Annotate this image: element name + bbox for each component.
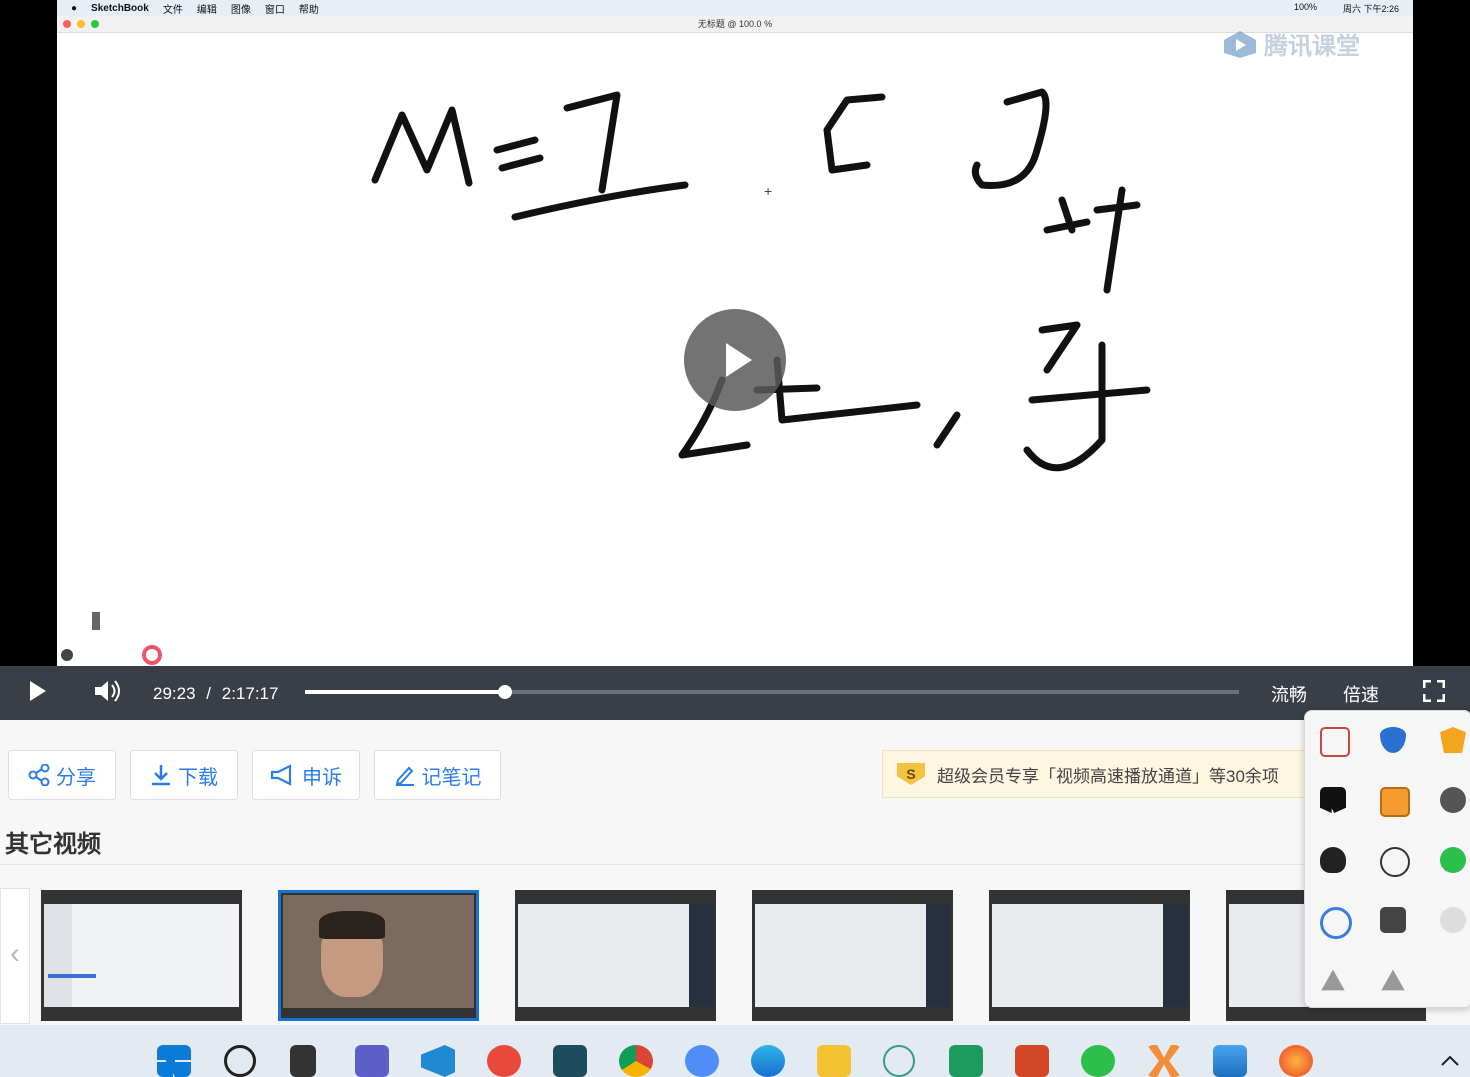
teams-icon[interactable] bbox=[355, 1045, 389, 1077]
taskbar bbox=[0, 1025, 1470, 1077]
download-icon bbox=[152, 765, 170, 786]
report-button[interactable]: 申诉 bbox=[252, 750, 360, 800]
video-thumbnail[interactable] bbox=[752, 890, 953, 1021]
drive-icon[interactable] bbox=[1321, 969, 1345, 991]
volume-icon[interactable] bbox=[93, 678, 123, 704]
edge-icon[interactable] bbox=[751, 1045, 785, 1077]
crosshair-cursor-icon: + bbox=[764, 183, 773, 199]
powerpoint-icon[interactable] bbox=[1015, 1045, 1049, 1077]
screenshot-tool-icon[interactable] bbox=[1320, 727, 1350, 757]
norton-icon[interactable] bbox=[1440, 727, 1466, 753]
report-label: 申诉 bbox=[302, 766, 342, 789]
task-view-icon[interactable] bbox=[290, 1045, 316, 1077]
swirl-app-icon[interactable] bbox=[487, 1045, 521, 1077]
thumbnail-image bbox=[992, 904, 1187, 1007]
video-thumbnail[interactable] bbox=[41, 890, 242, 1021]
notes-label: 记笔记 bbox=[421, 766, 482, 789]
download-button[interactable]: 下载 bbox=[130, 750, 238, 800]
pen-icon bbox=[395, 766, 414, 786]
thumbnail-image bbox=[755, 904, 950, 1007]
other-videos-title: 其它视频 bbox=[5, 831, 101, 858]
play-icon[interactable] bbox=[28, 680, 48, 702]
vscode-icon[interactable] bbox=[421, 1045, 455, 1077]
duration: 2:17:17 bbox=[221, 684, 279, 703]
striped-app-icon[interactable] bbox=[1380, 907, 1406, 933]
wechat-icon[interactable] bbox=[1081, 1045, 1115, 1077]
globe-icon[interactable] bbox=[1440, 907, 1466, 933]
page-body: 分享 下载 申诉 记笔记 S 超级会员专享「视频高速播放通道」等30余项 其它视… bbox=[0, 720, 1470, 1025]
share-icon bbox=[28, 764, 50, 786]
player-controls: 29:23 / 2:17:17 流畅 倍速 bbox=[0, 666, 1470, 720]
thumbnail-image bbox=[44, 904, 239, 1007]
video-thumbnail[interactable] bbox=[989, 890, 1190, 1021]
progress-bar[interactable] bbox=[305, 685, 1239, 699]
xmind-icon[interactable] bbox=[1147, 1045, 1181, 1077]
weiyun-icon[interactable] bbox=[883, 1045, 915, 1077]
grammarly-icon[interactable] bbox=[1380, 847, 1410, 877]
firefox-icon[interactable] bbox=[1279, 1045, 1313, 1077]
progress-played bbox=[305, 690, 506, 694]
time-display: 29:23 / 2:17:17 bbox=[153, 684, 278, 704]
quality-button[interactable]: 流畅 bbox=[1271, 681, 1307, 707]
tray-overflow-popup bbox=[1304, 710, 1470, 1008]
tick-app-icon[interactable] bbox=[1320, 907, 1352, 939]
megaphone-icon bbox=[270, 764, 292, 786]
vip-promo-banner[interactable]: S 超级会员专享「视频高速播放通道」等30余项 bbox=[882, 750, 1312, 798]
cloud-blocked-icon[interactable] bbox=[1440, 787, 1466, 813]
drive-icon[interactable] bbox=[1381, 969, 1405, 991]
video-thumbnail-selected[interactable] bbox=[278, 890, 479, 1021]
carousel-prev-button[interactable]: ‹ bbox=[0, 888, 30, 1024]
search-icon[interactable] bbox=[224, 1045, 256, 1077]
promo-text: 超级会员专享「视频高速播放通道」等30余项 bbox=[937, 766, 1279, 786]
video-player[interactable]: ● SketchBook 文件 编辑 图像 窗口 帮助 100% 周六 下午2:… bbox=[0, 0, 1470, 720]
bookmark-app-icon[interactable] bbox=[1320, 787, 1346, 813]
download-label: 下载 bbox=[178, 766, 218, 789]
webcam-thumbnail-image bbox=[283, 895, 474, 1008]
sketchbook-lagoon-menu bbox=[61, 612, 162, 665]
file-explorer-icon[interactable] bbox=[817, 1045, 851, 1077]
current-time: 29:23 bbox=[153, 684, 196, 703]
baidu-netdisk-icon[interactable] bbox=[685, 1045, 719, 1077]
qq-blocked-icon[interactable] bbox=[1320, 847, 1346, 873]
share-button[interactable]: 分享 bbox=[8, 750, 116, 800]
window-app-icon[interactable] bbox=[1380, 787, 1410, 817]
fullscreen-icon[interactable] bbox=[1423, 680, 1445, 702]
pycharm-icon[interactable] bbox=[949, 1045, 983, 1077]
shield-blocked-icon[interactable] bbox=[1380, 727, 1406, 753]
divider bbox=[0, 864, 1470, 865]
vip-badge-icon: S bbox=[897, 763, 925, 785]
windows-start-icon[interactable] bbox=[157, 1045, 191, 1077]
share-label: 分享 bbox=[56, 766, 96, 789]
big-play-button[interactable] bbox=[684, 309, 786, 411]
speed-button[interactable]: 倍速 bbox=[1343, 681, 1379, 707]
chevron-up-icon[interactable] bbox=[1440, 1053, 1460, 1067]
chrome-icon[interactable] bbox=[619, 1045, 653, 1077]
video-thumbnail[interactable] bbox=[515, 890, 716, 1021]
qr-app-icon[interactable] bbox=[553, 1045, 587, 1077]
thumbnail-image bbox=[518, 904, 713, 1007]
notes-button[interactable]: 记笔记 bbox=[374, 750, 501, 800]
photos-icon[interactable] bbox=[1213, 1045, 1247, 1077]
progress-handle[interactable] bbox=[498, 685, 513, 699]
time-separator: / bbox=[206, 684, 212, 703]
wechat-icon[interactable] bbox=[1440, 847, 1466, 873]
